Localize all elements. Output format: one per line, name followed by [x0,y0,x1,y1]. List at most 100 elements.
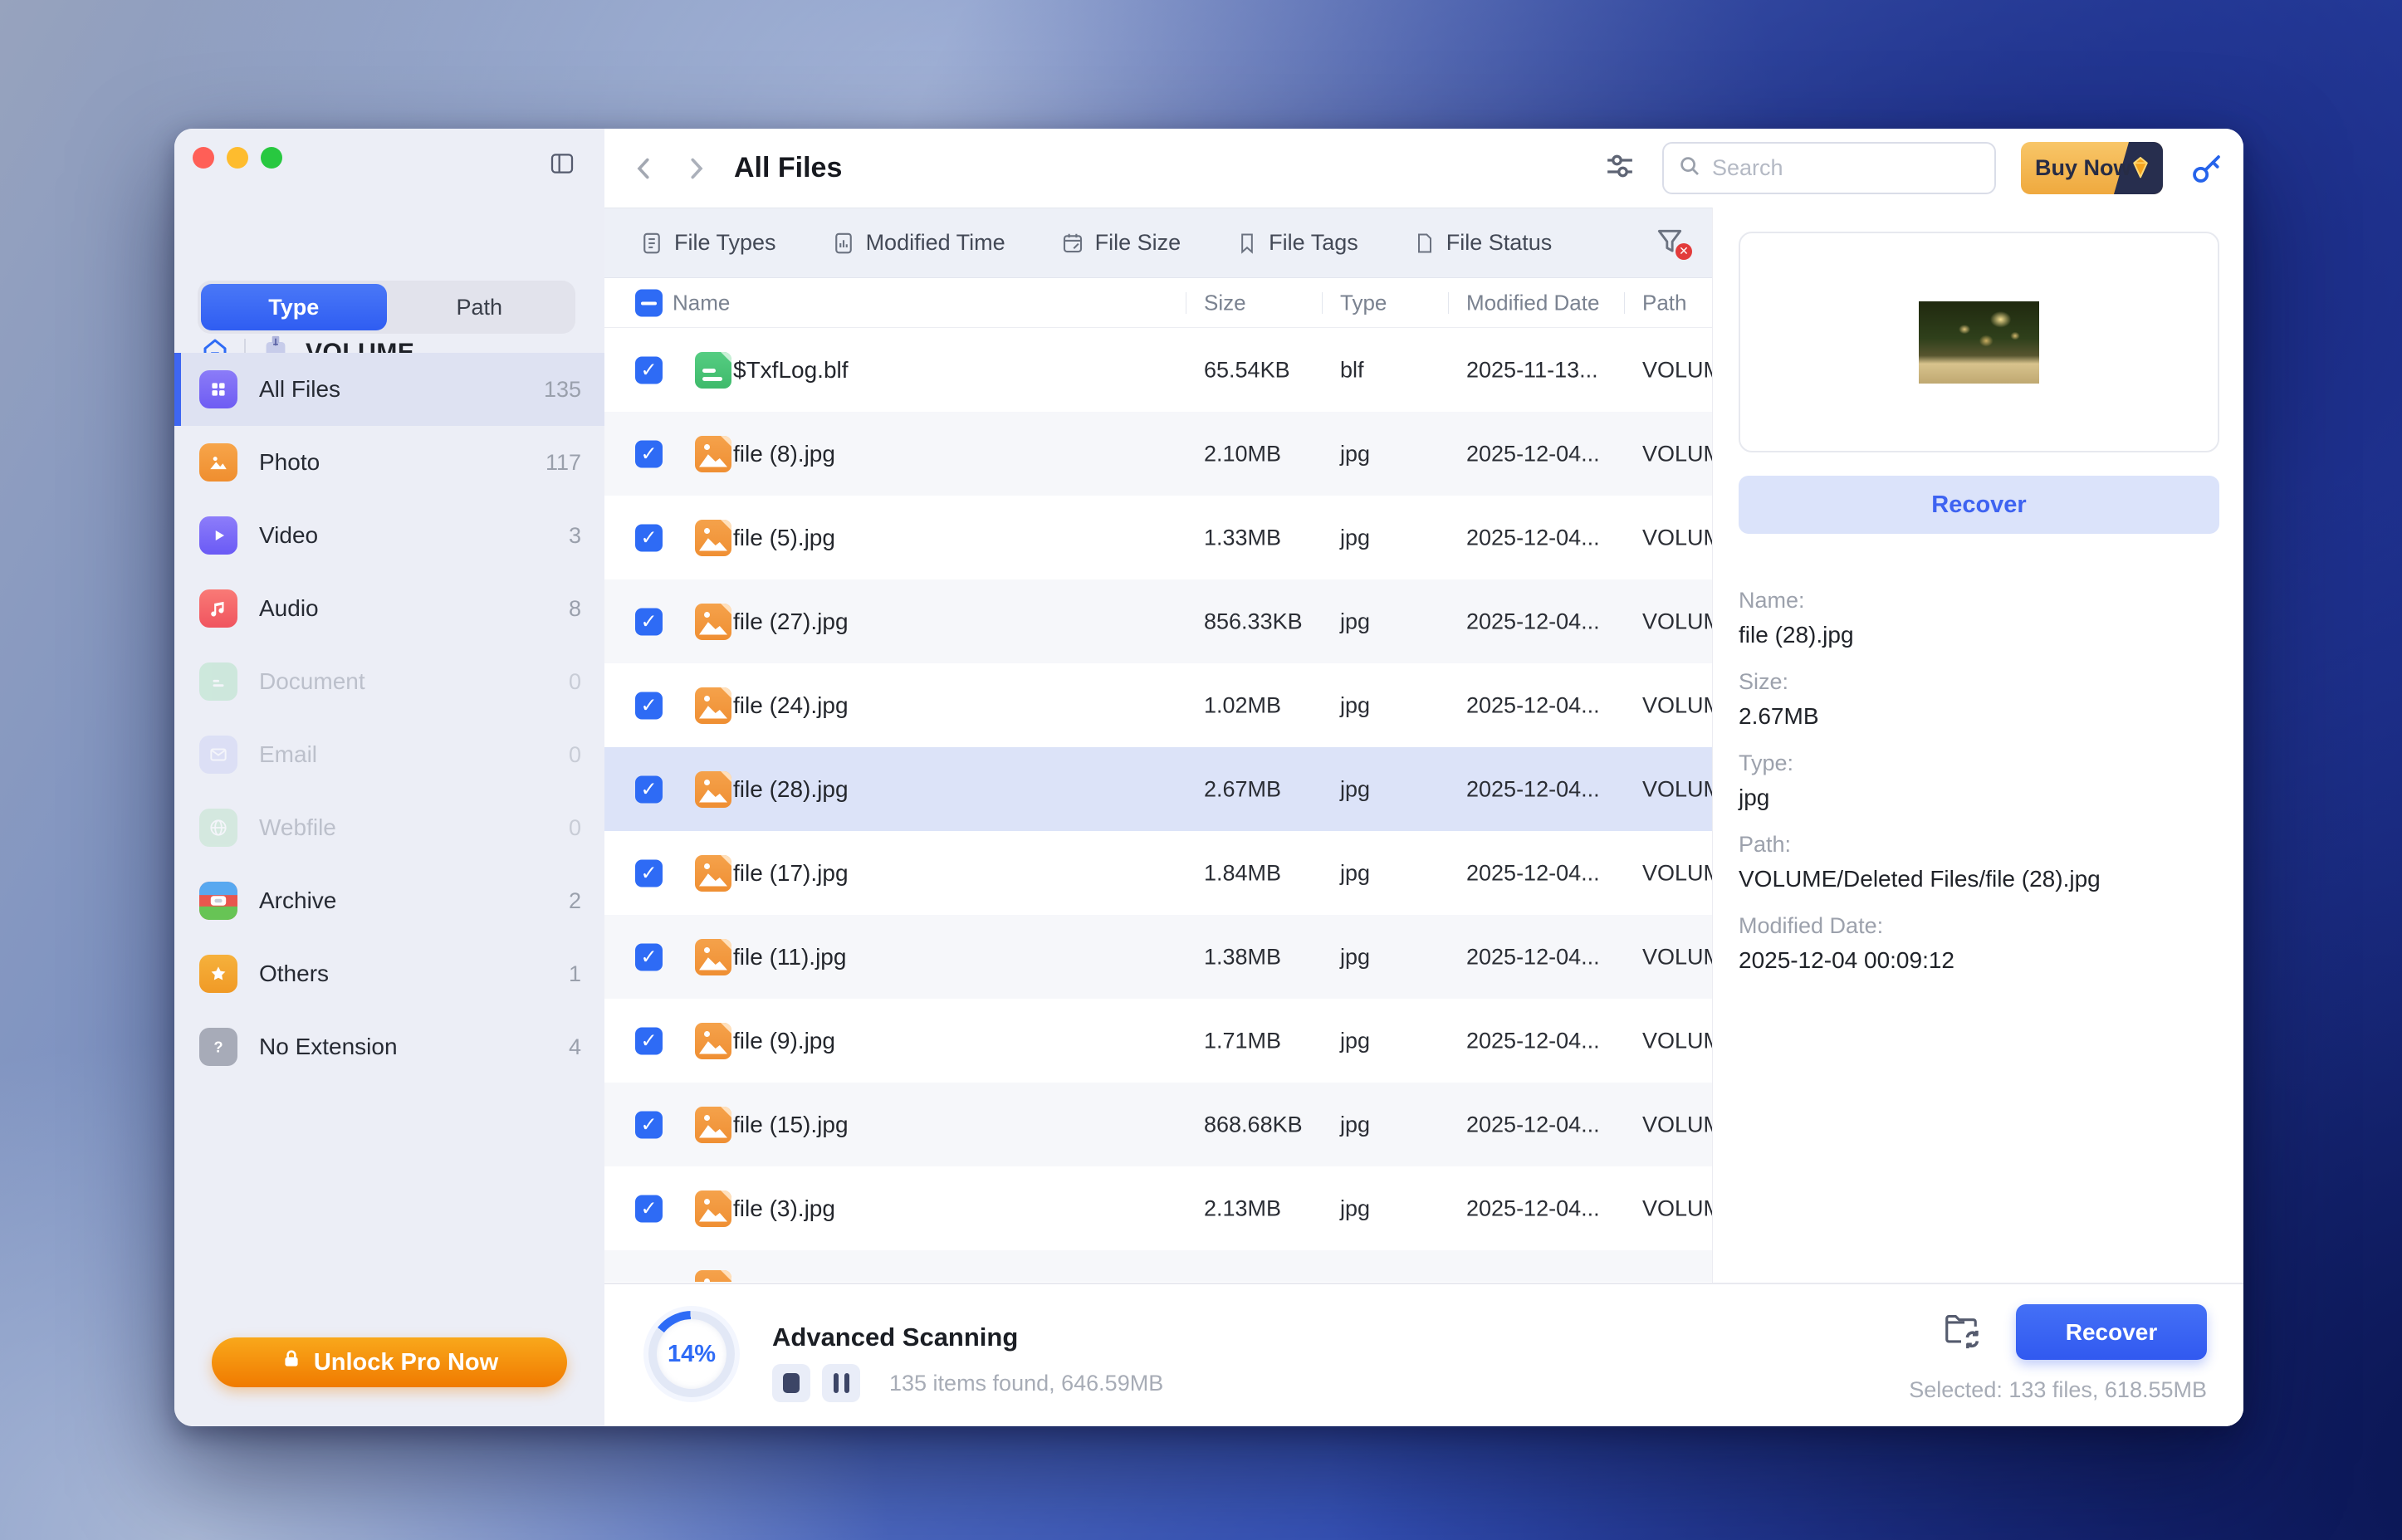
scan-title: Advanced Scanning [772,1322,1018,1352]
detail-value: 2.67MB [1739,703,2219,730]
column-header-type[interactable]: Type [1340,290,1387,315]
tab-type[interactable]: Type [201,284,387,330]
filter-settings-icon[interactable] [1602,149,1637,188]
forward-button[interactable] [681,154,711,183]
table-row[interactable]: $TxfLog.blf 65.54KB blf 2025-11-13... VO… [604,328,1712,412]
table-row[interactable]: file (8).jpg 2.10MB jpg 2025-12-04... VO… [604,412,1712,496]
row-checkbox[interactable] [635,775,663,803]
sidebar-item-no-extension[interactable]: ? No Extension 4 [174,1010,604,1083]
sidebar-item-all-files[interactable]: All Files 135 [174,353,604,426]
scan-progress-ring: 14% [648,1311,735,1397]
image-file-icon [695,687,731,724]
row-checkbox[interactable] [635,524,663,551]
column-header-size[interactable]: Size [1204,290,1246,315]
lock-icon [281,1347,302,1377]
minimize-button[interactable] [227,147,248,169]
filter-reset-icon[interactable]: ✕ [1654,225,1687,262]
main-area: All Files Buy Now [604,129,2243,1426]
column-header-path[interactable]: Path [1642,290,1687,315]
row-checkbox[interactable] [635,1027,663,1054]
table-row[interactable]: file (27).jpg 856.33KB jpg 2025-12-04...… [604,579,1712,663]
image-file-icon [695,1190,731,1227]
scan-status: 135 items found, 646.59MB [889,1371,1163,1396]
view-mode-toggle: Type Path [198,281,575,334]
sidebar-toggle-icon[interactable] [548,150,576,177]
sidebar-item-archive[interactable]: Archive 2 [174,864,604,937]
grid-icon [199,370,237,408]
column-header-name[interactable]: Name [673,290,730,315]
row-checkbox[interactable] [635,1195,663,1222]
recovery-folder-icon[interactable] [1942,1311,1980,1349]
table-row-partial[interactable] [604,1250,1712,1282]
file-size-icon [1060,230,1085,257]
modified-time-icon [831,230,856,257]
filter-bar: File Types Modified Time File Size File … [604,208,1712,278]
row-checkbox[interactable] [635,440,663,467]
detail-panel: Recover Name: file (28).jpg Size: 2.67MB… [1712,208,2243,1283]
table-header: Name Size Type Modified Date Path [604,278,1712,328]
tab-path[interactable]: Path [387,284,573,330]
filter-modified-time[interactable]: Modified Time [831,230,1005,257]
filter-file-types[interactable]: File Types [639,230,776,257]
toolbar: All Files Buy Now [604,129,2243,208]
buy-now-button[interactable]: Buy Now [2021,142,2163,194]
sidebar-item-others[interactable]: Others 1 [174,937,604,1010]
select-all-checkbox[interactable] [635,289,663,316]
table-row[interactable]: file (5).jpg 1.33MB jpg 2025-12-04... VO… [604,496,1712,579]
sidebar-item-video[interactable]: Video 3 [174,499,604,572]
desktop-wallpaper: VOLUME Type Path All Files 135 Photo 117 [0,0,2402,1540]
table-row-selected[interactable]: file (28).jpg 2.67MB jpg 2025-12-04... V… [604,747,1712,831]
stop-scan-button[interactable] [772,1364,810,1402]
image-file-icon [695,1023,731,1059]
unlock-pro-button[interactable]: Unlock Pro Now [212,1337,567,1387]
image-file-icon [695,855,731,892]
sidebar-item-document[interactable]: Document 0 [174,645,604,718]
search-icon [1677,154,1702,183]
filter-file-tags[interactable]: File Tags [1235,230,1358,257]
sidebar-item-audio[interactable]: Audio 8 [174,572,604,645]
pause-scan-button[interactable] [822,1364,860,1402]
detail-value: 2025-12-04 00:09:12 [1739,947,2219,974]
table-row[interactable]: file (9).jpg 1.71MB jpg 2025-12-04... VO… [604,999,1712,1083]
column-header-modified[interactable]: Modified Date [1466,290,1599,315]
table-row[interactable]: file (11).jpg 1.38MB jpg 2025-12-04... V… [604,915,1712,999]
filter-file-status[interactable]: File Status [1413,230,1553,257]
zoom-button[interactable] [261,147,282,169]
image-file-icon [695,604,731,640]
image-file-icon [695,939,731,975]
sidebar-item-photo[interactable]: Photo 117 [174,426,604,499]
row-checkbox[interactable] [635,692,663,719]
detail-value: file (28).jpg [1739,622,2219,648]
svg-text:?: ? [213,1039,223,1056]
filter-file-size[interactable]: File Size [1060,230,1181,257]
sidebar-item-email[interactable]: Email 0 [174,718,604,791]
question-icon: ? [199,1028,237,1066]
sidebar-item-webfile[interactable]: Webfile 0 [174,791,604,864]
row-checkbox[interactable] [635,859,663,887]
detail-label: Type: [1739,750,2219,776]
image-file-icon [695,520,731,556]
close-button[interactable] [193,147,214,169]
recover-button-panel[interactable]: Recover [1739,476,2219,534]
window-controls [193,147,282,169]
video-icon [199,516,237,555]
recover-button-main[interactable]: Recover [2016,1304,2207,1360]
file-details: Name: file (28).jpg Size: 2.67MB Type: j… [1739,587,2219,974]
back-button[interactable] [629,154,659,183]
row-checkbox[interactable] [635,943,663,970]
file-tags-icon [1235,230,1259,257]
table-row[interactable]: file (24).jpg 1.02MB jpg 2025-12-04... V… [604,663,1712,747]
table-row[interactable]: file (15).jpg 868.68KB jpg 2025-12-04...… [604,1083,1712,1166]
key-icon[interactable] [2188,149,2226,188]
table-row[interactable]: file (17).jpg 1.84MB jpg 2025-12-04... V… [604,831,1712,915]
row-checkbox[interactable] [635,608,663,635]
table-row[interactable]: file (3).jpg 2.13MB jpg 2025-12-04... VO… [604,1166,1712,1250]
row-checkbox[interactable] [635,1111,663,1138]
search-box [1662,142,1996,194]
progress-percent: 14% [648,1311,735,1397]
row-checkbox[interactable] [635,356,663,384]
detail-value: jpg [1739,785,2219,811]
detail-label: Name: [1739,587,2219,614]
search-input[interactable] [1712,155,1981,181]
star-icon [199,955,237,993]
